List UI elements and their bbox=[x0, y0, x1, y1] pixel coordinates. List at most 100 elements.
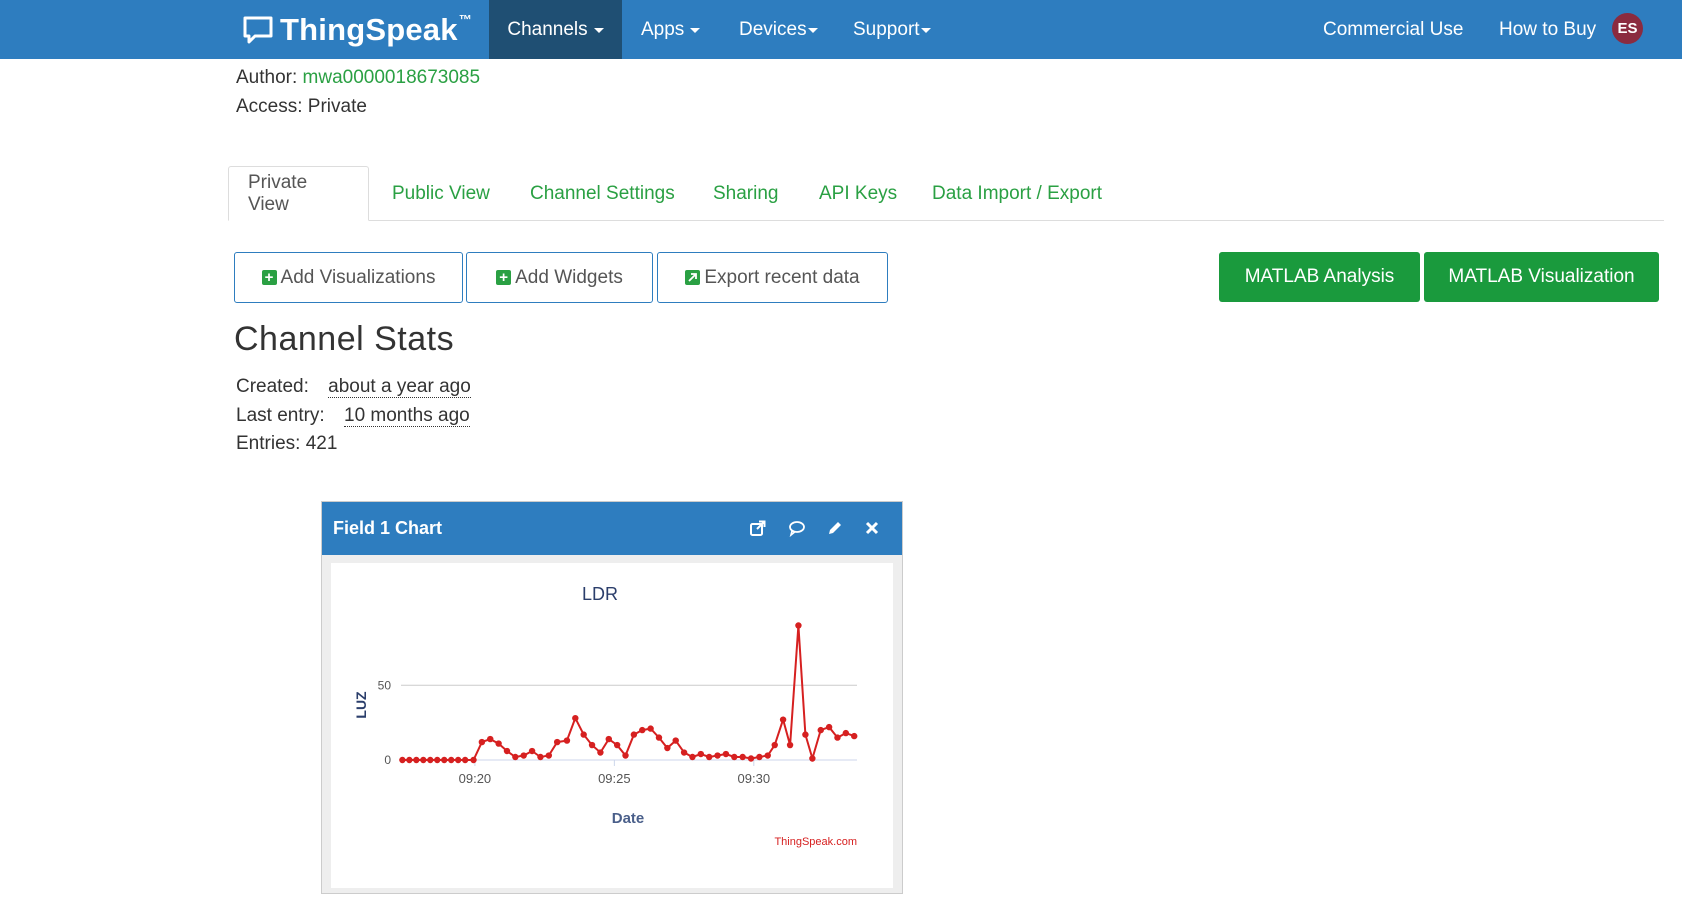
pencil-icon[interactable] bbox=[825, 518, 845, 538]
data-point bbox=[605, 735, 612, 743]
data-point bbox=[399, 756, 406, 764]
last-entry-value: 10 months ago bbox=[344, 405, 470, 427]
data-point bbox=[503, 747, 511, 755]
data-point bbox=[413, 756, 420, 764]
nav-channels-label: Channels bbox=[507, 18, 588, 40]
widget-title: Field 1 Chart bbox=[333, 518, 443, 538]
tab-channel-settings[interactable]: Channel Settings bbox=[530, 166, 675, 221]
tab-sharing[interactable]: Sharing bbox=[713, 166, 779, 221]
nav-how-to-buy[interactable]: How to Buy bbox=[1499, 0, 1596, 59]
data-point bbox=[563, 737, 571, 744]
field-chart-widget: Field 1 Chart LDR LUZ Date ThingSpeak.co… bbox=[321, 501, 903, 894]
tab-data-import-export[interactable]: Data Import / Export bbox=[932, 166, 1102, 221]
brand-name: ThingSpeak bbox=[280, 11, 458, 47]
data-point bbox=[622, 752, 629, 759]
nav-channels[interactable]: Channels bbox=[489, 0, 622, 59]
export-icon bbox=[685, 270, 701, 285]
data-point bbox=[705, 753, 713, 761]
data-point bbox=[427, 756, 434, 764]
nav-apps[interactable]: Apps bbox=[641, 0, 701, 59]
export-recent-data-label: Export recent data bbox=[704, 266, 860, 288]
access-line: Access: Private bbox=[236, 96, 367, 117]
matlab-visualization-button[interactable]: MATLAB Visualization bbox=[1424, 252, 1659, 302]
y-tick-label: 50 bbox=[378, 678, 392, 692]
nav-support[interactable]: Support bbox=[853, 0, 931, 59]
last-entry-label: Last entry: bbox=[236, 405, 325, 426]
data-point bbox=[520, 752, 527, 759]
nav-devices[interactable]: Devices bbox=[739, 0, 818, 59]
data-point bbox=[664, 744, 671, 752]
data-point bbox=[434, 756, 441, 764]
author-link[interactable]: mwa0000018673085 bbox=[303, 67, 481, 88]
data-point bbox=[842, 729, 850, 737]
data-point bbox=[680, 749, 688, 756]
data-point bbox=[809, 755, 816, 762]
data-point bbox=[537, 753, 544, 761]
created-label: Created: bbox=[236, 376, 309, 397]
data-point bbox=[613, 741, 621, 749]
x-tick-label: 09:20 bbox=[459, 771, 492, 786]
data-point bbox=[795, 622, 802, 629]
add-widgets-label: Add Widgets bbox=[515, 266, 623, 288]
close-icon[interactable] bbox=[862, 518, 882, 538]
speech-bubble-icon bbox=[243, 16, 273, 43]
caret-down-icon bbox=[593, 28, 604, 33]
data-point bbox=[487, 735, 494, 743]
data-point bbox=[478, 738, 486, 746]
created-value: about a year ago bbox=[328, 376, 471, 398]
series-line bbox=[402, 625, 855, 763]
data-point bbox=[747, 755, 755, 762]
data-point bbox=[825, 723, 833, 731]
tab-private-view[interactable]: Private View bbox=[228, 166, 369, 221]
tab-public-view[interactable]: Public View bbox=[392, 166, 490, 221]
caret-down-icon bbox=[920, 28, 931, 33]
data-point bbox=[639, 726, 646, 734]
tab-api-keys[interactable]: API Keys bbox=[819, 166, 897, 221]
plus-icon: + bbox=[496, 270, 512, 285]
nav-support-label: Support bbox=[853, 18, 920, 40]
author-line: Author: mwa0000018673085 bbox=[236, 67, 480, 89]
comment-icon[interactable] bbox=[787, 518, 807, 538]
widget-header: Field 1 Chart bbox=[322, 502, 902, 555]
data-point bbox=[714, 752, 721, 759]
data-point bbox=[722, 750, 730, 758]
data-point bbox=[802, 731, 809, 738]
data-point bbox=[553, 738, 561, 746]
data-point bbox=[689, 753, 696, 761]
data-point bbox=[655, 734, 663, 741]
add-visualizations-button[interactable]: + Add Visualizations bbox=[234, 252, 463, 303]
created-stat: Created: about a year ago bbox=[236, 376, 471, 398]
data-point bbox=[647, 725, 654, 732]
data-point bbox=[764, 752, 771, 759]
chart-area: LDR LUZ Date ThingSpeak.com 0 50 09:20 09:2… bbox=[331, 563, 893, 888]
add-visualizations-label: Add Visualizations bbox=[280, 266, 436, 288]
y-axis-label: LUZ bbox=[353, 691, 369, 719]
data-point bbox=[697, 750, 705, 758]
data-point bbox=[572, 714, 579, 722]
data-point bbox=[851, 732, 858, 740]
data-point bbox=[588, 741, 596, 749]
data-point bbox=[470, 756, 477, 764]
nav-commercial-use[interactable]: Commercial Use bbox=[1323, 0, 1463, 59]
data-point bbox=[406, 756, 413, 764]
x-axis-label: Date bbox=[612, 810, 645, 827]
data-point bbox=[448, 756, 455, 764]
data-point bbox=[739, 753, 746, 761]
data-point bbox=[597, 749, 604, 756]
data-point bbox=[834, 734, 841, 741]
data-point bbox=[545, 752, 553, 759]
matlab-analysis-button[interactable]: MATLAB Analysis bbox=[1219, 252, 1420, 302]
data-point bbox=[630, 731, 638, 738]
nav-devices-label: Devices bbox=[739, 18, 807, 40]
chart-credit: ThingSpeak.com bbox=[774, 836, 857, 848]
data-point bbox=[441, 756, 448, 764]
add-widgets-button[interactable]: + Add Widgets bbox=[466, 252, 653, 303]
user-avatar[interactable]: ES bbox=[1612, 13, 1643, 44]
brand-logo[interactable]: ThingSpeak ™ bbox=[242, 0, 472, 59]
data-point bbox=[512, 753, 519, 761]
export-recent-data-button[interactable]: Export recent data bbox=[657, 252, 888, 303]
external-link-icon[interactable] bbox=[748, 518, 768, 538]
caret-down-icon bbox=[690, 28, 701, 33]
data-point bbox=[756, 753, 763, 761]
data-point bbox=[461, 756, 469, 764]
